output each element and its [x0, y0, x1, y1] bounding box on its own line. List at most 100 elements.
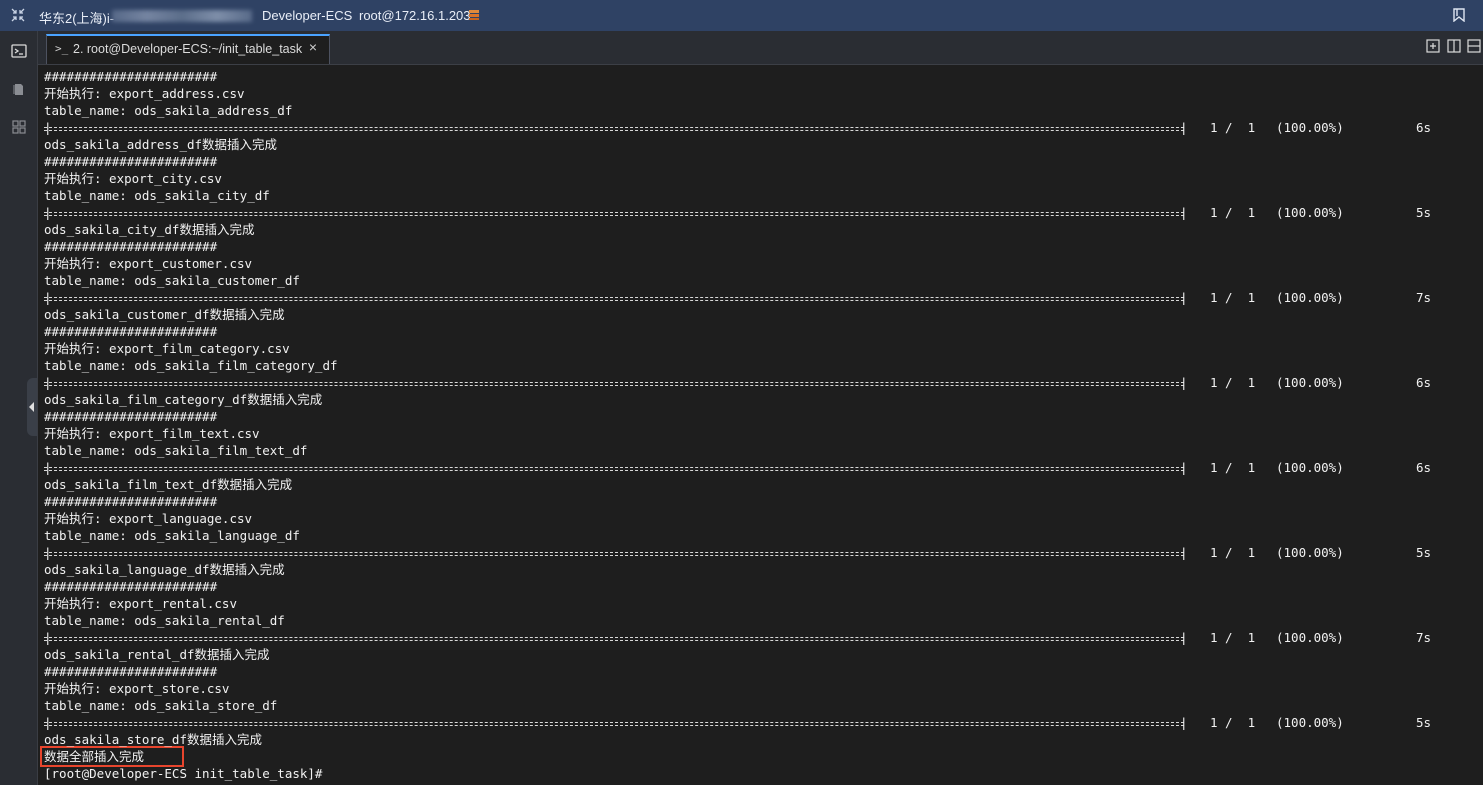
progress-track	[44, 470, 1184, 471]
bookmark-icon[interactable]	[1453, 8, 1465, 22]
close-icon[interactable]: ×	[309, 39, 317, 55]
progress-left-bracket: |	[44, 290, 52, 305]
progress-count: 1 / 1	[1210, 120, 1256, 135]
progress-time: 5s	[1416, 715, 1432, 730]
split-vertical-icon[interactable]	[1446, 39, 1461, 53]
task-start-line: 开始执行: export_customer.csv	[44, 256, 253, 271]
progress-track	[44, 552, 1184, 553]
task-start-line: 开始执行: export_store.csv	[44, 681, 230, 696]
progress-time: 6s	[1416, 375, 1432, 390]
progress-percent: (100.00%)	[1276, 375, 1344, 390]
progress-count: 1 / 1	[1210, 290, 1256, 305]
task-done-line: ods_sakila_rental_df数据插入完成	[44, 647, 270, 662]
separator-line: #######################	[44, 69, 218, 84]
table-name-line: table_name: ods_sakila_customer_df	[44, 273, 300, 288]
split-horizontal-icon[interactable]	[1467, 39, 1481, 53]
progress-time: 6s	[1416, 120, 1432, 135]
title-bar: 华东2(上海)i- Developer-ECS root@172.16.1.20…	[0, 0, 1483, 31]
progress-count: 1 / 1	[1210, 715, 1256, 730]
task-done-line: ods_sakila_customer_df数据插入完成	[44, 307, 285, 322]
progress-left-bracket: |	[44, 545, 52, 560]
separator-line: #######################	[44, 324, 218, 339]
terminal-icon[interactable]	[11, 43, 27, 59]
progress-left-bracket: |	[44, 375, 52, 390]
separator-line: #######################	[44, 409, 218, 424]
progress-right-bracket: |	[1180, 290, 1188, 305]
sidebar-collapse-handle[interactable]	[27, 378, 37, 436]
progress-time: 5s	[1416, 205, 1432, 220]
progress-right-bracket: |	[1180, 715, 1188, 730]
separator-line: #######################	[44, 154, 218, 169]
progress-count: 1 / 1	[1210, 375, 1256, 390]
task-done-line: ods_sakila_address_df数据插入完成	[44, 137, 278, 152]
progress-track	[44, 212, 1184, 213]
file-icon[interactable]	[11, 81, 27, 97]
separator-line: #######################	[44, 579, 218, 594]
prompt-icon: >_	[55, 42, 69, 55]
progress-percent: (100.00%)	[1276, 205, 1344, 220]
separator-line: #######################	[44, 494, 218, 509]
instance-id-redacted	[112, 10, 252, 22]
table-name-line: table_name: ods_sakila_city_df	[44, 188, 270, 203]
progress-right-bracket: |	[1180, 205, 1188, 220]
connection-label: root@172.16.1.203	[359, 8, 471, 23]
task-done-line: ods_sakila_city_df数据插入完成	[44, 222, 255, 237]
host-label: Developer-ECS	[262, 8, 353, 23]
progress-count: 1 / 1	[1210, 205, 1256, 220]
grid-icon[interactable]	[11, 119, 27, 135]
task-start-line: 开始执行: export_film_category.csv	[44, 341, 290, 356]
stack-icon	[469, 10, 479, 20]
progress-track	[44, 637, 1184, 638]
task-start-line: 开始执行: export_language.csv	[44, 511, 253, 526]
table-name-line: table_name: ods_sakila_address_df	[44, 103, 293, 118]
separator-line: #######################	[44, 239, 218, 254]
progress-left-bracket: |	[44, 120, 52, 135]
terminal-output[interactable]: ####################### 开始执行: export_addr…	[38, 65, 1483, 785]
tab-tools	[1424, 39, 1481, 55]
chevron-left-icon	[29, 402, 34, 412]
progress-time: 7s	[1416, 630, 1432, 645]
tab-terminal-session[interactable]: >_ 2. root@Developer-ECS:~/init_table_ta…	[46, 34, 330, 64]
final-message-line: 数据全部插入完成	[44, 749, 145, 764]
progress-right-bracket: |	[1180, 460, 1188, 475]
task-start-line: 开始执行: export_film_text.csv	[44, 426, 260, 441]
progress-track	[44, 130, 1184, 131]
task-start-line: 开始执行: export_address.csv	[44, 86, 245, 101]
table-name-line: table_name: ods_sakila_film_text_df	[44, 443, 308, 458]
task-done-line: ods_sakila_language_df数据插入完成	[44, 562, 285, 577]
progress-count: 1 / 1	[1210, 630, 1256, 645]
progress-track	[44, 300, 1184, 301]
progress-percent: (100.00%)	[1276, 120, 1344, 135]
region-label: 华东2(上海)i-	[39, 11, 115, 26]
task-done-line: ods_sakila_store_df数据插入完成	[44, 732, 262, 747]
progress-track	[44, 640, 1184, 641]
progress-percent: (100.00%)	[1276, 290, 1344, 305]
table-name-line: table_name: ods_sakila_store_df	[44, 698, 278, 713]
progress-percent: (100.00%)	[1276, 715, 1344, 730]
task-done-line: ods_sakila_film_text_df数据插入完成	[44, 477, 293, 492]
new-tab-icon[interactable]	[1426, 39, 1440, 53]
separator-line: #######################	[44, 664, 218, 679]
tab-label: 2. root@Developer-ECS:~/init_table_task	[73, 42, 303, 56]
task-start-line: 开始执行: export_city.csv	[44, 171, 222, 186]
shrink-icon[interactable]	[10, 8, 26, 24]
progress-track	[44, 555, 1184, 556]
progress-track	[44, 725, 1184, 726]
progress-right-bracket: |	[1180, 630, 1188, 645]
progress-left-bracket: |	[44, 460, 52, 475]
progress-track	[44, 722, 1184, 723]
table-name-line: table_name: ods_sakila_film_category_df	[44, 358, 338, 373]
progress-time: 6s	[1416, 460, 1432, 475]
progress-right-bracket: |	[1180, 120, 1188, 135]
progress-right-bracket: |	[1180, 545, 1188, 560]
progress-count: 1 / 1	[1210, 460, 1256, 475]
progress-percent: (100.00%)	[1276, 545, 1344, 560]
progress-track	[44, 297, 1184, 298]
tab-bar: >_ 2. root@Developer-ECS:~/init_table_ta…	[38, 31, 1483, 65]
progress-percent: (100.00%)	[1276, 630, 1344, 645]
task-done-line: ods_sakila_film_category_df数据插入完成	[44, 392, 323, 407]
progress-right-bracket: |	[1180, 375, 1188, 390]
task-start-line: 开始执行: export_rental.csv	[44, 596, 237, 611]
progress-track	[44, 382, 1184, 383]
progress-percent: (100.00%)	[1276, 460, 1344, 475]
